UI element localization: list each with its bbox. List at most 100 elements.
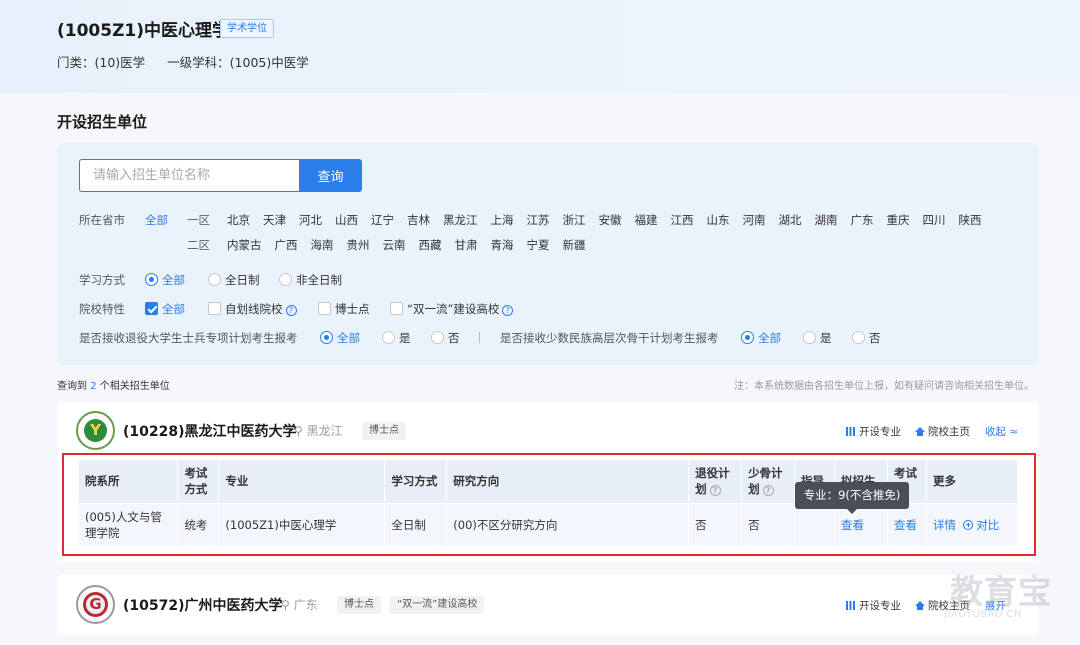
radio-icon [382, 331, 395, 344]
majors-label: 开设专业 [859, 600, 901, 612]
province-option[interactable]: 新疆 [563, 237, 586, 253]
university-location: ⚲ 广东 [281, 596, 318, 613]
collapse-toggle[interactable]: 收起 ≈ [985, 424, 1018, 439]
province-option[interactable]: 辽宁 [371, 212, 394, 228]
province-option[interactable]: 贵州 [347, 237, 370, 253]
major-meta: 门类：(10)医学 一级学科：(1005)中医学 [57, 52, 309, 71]
province-option[interactable]: 云南 [383, 237, 406, 253]
province-option[interactable]: 西藏 [419, 237, 442, 253]
province-option[interactable]: 内蒙古 [227, 237, 262, 253]
province-option[interactable]: 甘肃 [455, 237, 478, 253]
province-option[interactable]: 青海 [491, 237, 514, 253]
province-option[interactable]: 湖北 [779, 212, 802, 228]
province-option[interactable]: 山西 [335, 212, 358, 228]
province-option[interactable]: 江苏 [527, 212, 550, 228]
province-option[interactable]: 黑龙江 [443, 212, 478, 228]
location-text: 黑龙江 [306, 424, 343, 438]
minority-plan-label: 是否接收少数民族高层次骨干计划考生报考 [500, 331, 719, 345]
province-option[interactable]: 海南 [311, 237, 334, 253]
location-pin-icon: ⚲ [281, 598, 290, 612]
majors-link[interactable]: 开设专业 [846, 424, 901, 439]
minority-no-radio[interactable]: 否 [852, 330, 881, 346]
watermark-logo: 教育宝 JIAOYUBAO.CN [922, 565, 1062, 635]
province-option[interactable]: 吉林 [407, 212, 430, 228]
school-type-double-first-checkbox[interactable]: “双一流”建设高校? [390, 301, 514, 317]
province-option[interactable]: 安徽 [599, 212, 622, 228]
veteran-all-radio[interactable]: 全部 [320, 330, 360, 346]
province-option[interactable]: 广东 [851, 212, 874, 228]
majors-label: 开设专业 [859, 426, 901, 438]
province-option[interactable]: 湖南 [815, 212, 838, 228]
province-option[interactable]: 上海 [491, 212, 514, 228]
checkbox-checked-icon [145, 302, 158, 315]
region-2-provinces: 内蒙古 广西 海南 贵州 云南 西藏 甘肃 青海 宁夏 新疆 [227, 237, 599, 253]
veteran-no-radio[interactable]: 否 [431, 330, 460, 346]
school-type-all-checkbox[interactable]: 全部 [145, 301, 185, 317]
university-logo [76, 411, 115, 450]
checkbox-label: 博士点 [335, 302, 370, 316]
bar-chart-icon [846, 427, 855, 436]
province-option[interactable]: 广西 [275, 237, 298, 253]
school-search-input[interactable] [79, 159, 299, 192]
province-option[interactable]: 浙江 [563, 212, 586, 228]
university-logo [76, 585, 115, 624]
study-mode-all-radio[interactable]: 全部 [145, 272, 185, 288]
radio-checked-icon [741, 331, 754, 344]
result-suffix: 个相关招生单位 [99, 381, 170, 392]
study-mode-parttime-radio[interactable]: 非全日制 [279, 272, 342, 288]
filter-panel: 查询 所在省市 全部 一区 北京 天津 河北 山西 辽宁 吉林 黑龙江 上海 江… [57, 143, 1038, 365]
radio-icon [431, 331, 444, 344]
province-option[interactable]: 宁夏 [527, 237, 550, 253]
school-type-doctoral-checkbox[interactable]: 博士点 [318, 301, 370, 317]
province-option[interactable]: 河南 [743, 212, 766, 228]
home-label: 院校主页 [928, 426, 970, 438]
province-label: 所在省市 [79, 213, 125, 227]
checkbox-icon [390, 302, 403, 315]
radio-label: 全部 [337, 331, 360, 345]
province-option[interactable]: 天津 [263, 212, 286, 228]
province-option[interactable]: 山东 [707, 212, 730, 228]
location-pin-icon: ⚲ [294, 424, 303, 438]
checkbox-icon [208, 302, 221, 315]
divider [479, 332, 480, 343]
region-1-label: 一区 [187, 213, 210, 227]
university-location: ⚲ 黑龙江 [294, 422, 343, 439]
province-option[interactable]: 江西 [671, 212, 694, 228]
province-option[interactable]: 陕西 [959, 212, 982, 228]
province-all-option[interactable]: 全部 [145, 212, 168, 228]
radio-label: 全日制 [225, 273, 260, 287]
radio-label: 非全日制 [296, 273, 342, 287]
study-mode-fulltime-radio[interactable]: 全日制 [208, 272, 260, 288]
radio-label: 否 [869, 331, 881, 345]
region-2-label: 二区 [187, 238, 210, 252]
category-text: 门类：(10)医学 [57, 55, 146, 70]
radio-label: 全部 [758, 331, 781, 345]
help-icon[interactable]: ? [285, 305, 297, 316]
radio-label: 否 [448, 331, 460, 345]
radio-icon [852, 331, 865, 344]
school-type-label: 院校特性 [79, 302, 125, 316]
minority-all-radio[interactable]: 全部 [741, 330, 781, 346]
help-icon[interactable]: ? [502, 305, 514, 316]
majors-link[interactable]: 开设专业 [846, 598, 901, 613]
minority-yes-radio[interactable]: 是 [803, 330, 832, 346]
university-card: (10572)广州中医药大学 ⚲ 广东 博士点 “双一流”建设高校 开设专业 院… [57, 575, 1038, 635]
province-option[interactable]: 河北 [299, 212, 322, 228]
veteran-yes-radio[interactable]: 是 [382, 330, 411, 346]
province-option[interactable]: 重庆 [887, 212, 910, 228]
major-title: (1005Z1)中医心理学 [57, 21, 230, 41]
university-name[interactable]: (10572)广州中医药大学 [123, 595, 283, 615]
tag-doctoral: 博士点 [362, 422, 406, 440]
data-source-note: 注：本系统数据由各招生单位上报，如有疑问请咨询相关招生单位。 [734, 381, 1034, 392]
school-type-self-line-checkbox[interactable]: 自划线院校? [208, 301, 297, 317]
discipline-text: 一级学科：(1005)中医学 [167, 55, 309, 70]
tag-double-first: “双一流”建设高校 [390, 596, 485, 614]
province-option[interactable]: 北京 [227, 212, 250, 228]
university-name[interactable]: (10228)黑龙江中医药大学 [123, 421, 297, 441]
province-option[interactable]: 福建 [635, 212, 658, 228]
school-home-link[interactable]: 院校主页 [915, 424, 970, 439]
study-mode-label: 学习方式 [79, 273, 125, 287]
radio-label: 是 [820, 331, 832, 345]
province-option[interactable]: 四川 [923, 212, 946, 228]
search-button[interactable]: 查询 [299, 159, 362, 192]
